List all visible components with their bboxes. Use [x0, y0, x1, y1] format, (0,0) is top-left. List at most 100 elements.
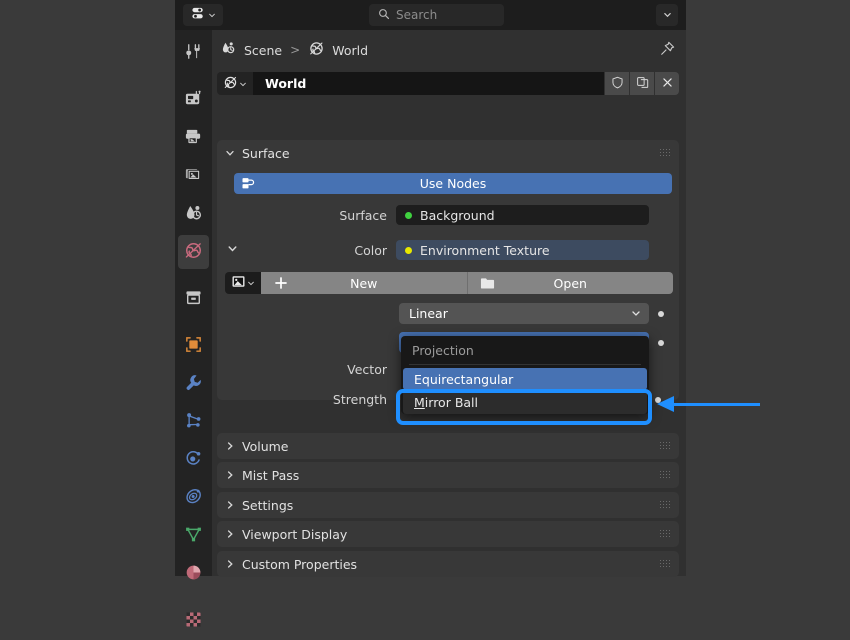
chevron-right-icon [225, 441, 235, 451]
sidebar-item-physics[interactable] [175, 441, 212, 479]
open-image-button[interactable]: Open [466, 272, 673, 294]
breadcrumb-separator: > [290, 43, 301, 57]
editor-topbar: Search [175, 0, 686, 30]
use-nodes-label: Use Nodes [419, 176, 487, 191]
world-datablock-row: World [217, 72, 679, 95]
sidebar-item-output[interactable] [175, 119, 212, 157]
sidebar-item-modifiers[interactable] [175, 365, 212, 403]
custom-properties-panel: Custom Properties [217, 551, 679, 577]
folder-icon [480, 276, 495, 293]
menu-item-equirectangular[interactable]: Equirectangular [403, 368, 647, 390]
world-globe-icon [223, 75, 238, 93]
menu-item-mirror-ball[interactable]: Mirror Ball [403, 390, 647, 414]
panel-grip-icon [660, 471, 671, 479]
new-image-button[interactable]: New [261, 272, 467, 294]
image-new-open-row: New Open [225, 272, 673, 294]
search-input[interactable]: Search [369, 4, 504, 26]
sidebar-item-object[interactable] [175, 327, 212, 365]
camera-back-icon [184, 89, 203, 111]
sidebar-item-world[interactable] [175, 233, 212, 271]
sidebar-item-tool[interactable] [175, 34, 212, 72]
panel-grip-icon [660, 149, 671, 157]
editor-type-selector[interactable] [183, 4, 223, 26]
animate-decorator-icon[interactable] [658, 339, 664, 346]
pin-id-button[interactable] [657, 40, 677, 60]
material-sphere-icon [184, 563, 203, 585]
chevron-down-icon [225, 148, 235, 158]
settings-panel-header[interactable]: Settings [217, 492, 679, 518]
sidebar-item-view-layer[interactable] [175, 157, 212, 195]
projection-menu-title: Projection [412, 343, 474, 358]
fake-user-button[interactable] [604, 72, 629, 95]
images-icon [184, 165, 203, 187]
browse-world-button[interactable] [217, 72, 253, 95]
surface-panel-header[interactable]: Surface [217, 140, 679, 166]
sidebar-item-material[interactable] [175, 555, 212, 593]
sidebar-item-texture[interactable] [175, 602, 212, 640]
search-placeholder: Search [396, 8, 438, 22]
sidebar-item-object-data[interactable] [175, 517, 212, 555]
browse-image-button[interactable] [225, 272, 261, 294]
sidebar-item-render[interactable] [175, 81, 212, 119]
open-image-label: Open [553, 275, 587, 291]
world-name-field[interactable]: World [253, 72, 604, 95]
settings-panel: Settings [217, 492, 679, 518]
sidebar-item-collection[interactable] [175, 280, 212, 318]
animate-decorator-icon[interactable] [658, 310, 664, 317]
viewport-display-panel: Viewport Display [217, 521, 679, 547]
breadcrumb-item-world[interactable]: World [332, 43, 368, 58]
vector-label: Vector [347, 362, 387, 377]
world-globe-icon [184, 241, 203, 263]
sidebar-item-particles[interactable] [175, 403, 212, 441]
chevron-down-icon [631, 306, 641, 321]
color-socket-field[interactable]: Environment Texture [396, 240, 649, 260]
mist-pass-panel-header[interactable]: Mist Pass [217, 462, 679, 488]
new-image-label: New [350, 275, 378, 291]
chevron-right-icon [225, 559, 235, 569]
interpolation-value: Linear [409, 306, 448, 321]
sidebar-item-object-constraints[interactable] [175, 479, 212, 517]
unlink-world-button[interactable] [654, 72, 679, 95]
color-expand-toggle[interactable] [217, 243, 247, 257]
viewport-display-panel-header[interactable]: Viewport Display [217, 521, 679, 547]
volume-panel-header[interactable]: Volume [217, 433, 679, 459]
viewport-display-panel-title: Viewport Display [242, 526, 348, 542]
panel-grip-icon [660, 501, 671, 509]
color-socket-label: Color [354, 242, 387, 258]
texture-checker-icon [184, 610, 203, 632]
interpolation-dropdown[interactable]: Linear [399, 303, 649, 324]
new-world-copy-button[interactable] [629, 72, 654, 95]
menu-item-label: Equirectangular [414, 371, 514, 387]
sidebar-item-scene[interactable] [175, 195, 212, 233]
use-nodes-button[interactable]: Use Nodes [234, 173, 672, 194]
copy-icon [636, 76, 649, 92]
object-square-icon [184, 335, 203, 357]
panel-grip-icon [660, 530, 671, 538]
pin-icon [659, 40, 676, 60]
chevron-down-icon [239, 77, 247, 91]
nodetree-icon [241, 176, 256, 194]
annotation-arrow-head [657, 396, 674, 412]
chevron-right-icon [225, 529, 235, 539]
surface-socket-field[interactable]: Background [396, 205, 649, 225]
breadcrumb-item-scene[interactable]: Scene [244, 43, 282, 58]
color-socket-value: Environment Texture [420, 242, 550, 258]
image-data-icon [231, 274, 246, 292]
chevron-down-icon [247, 276, 255, 290]
x-icon [661, 76, 674, 92]
surface-socket-row: Surface Background [217, 205, 679, 225]
menu-separator [409, 364, 641, 365]
editor-options-button[interactable] [656, 4, 678, 26]
world-globe-icon [308, 40, 325, 60]
scene-cone-icon [184, 203, 203, 225]
panel-grip-icon [660, 560, 671, 568]
custom-properties-panel-header[interactable]: Custom Properties [217, 551, 679, 577]
custom-properties-panel-title: Custom Properties [242, 556, 358, 572]
color-socket-row: Color Environment Texture [217, 240, 679, 260]
search-icon [378, 8, 390, 23]
plus-icon [274, 276, 288, 293]
mist-pass-panel: Mist Pass [217, 462, 679, 488]
breadcrumb: Scene > World [212, 30, 686, 70]
socket-dot-icon [405, 211, 412, 219]
surface-socket-label: Surface [339, 207, 387, 223]
